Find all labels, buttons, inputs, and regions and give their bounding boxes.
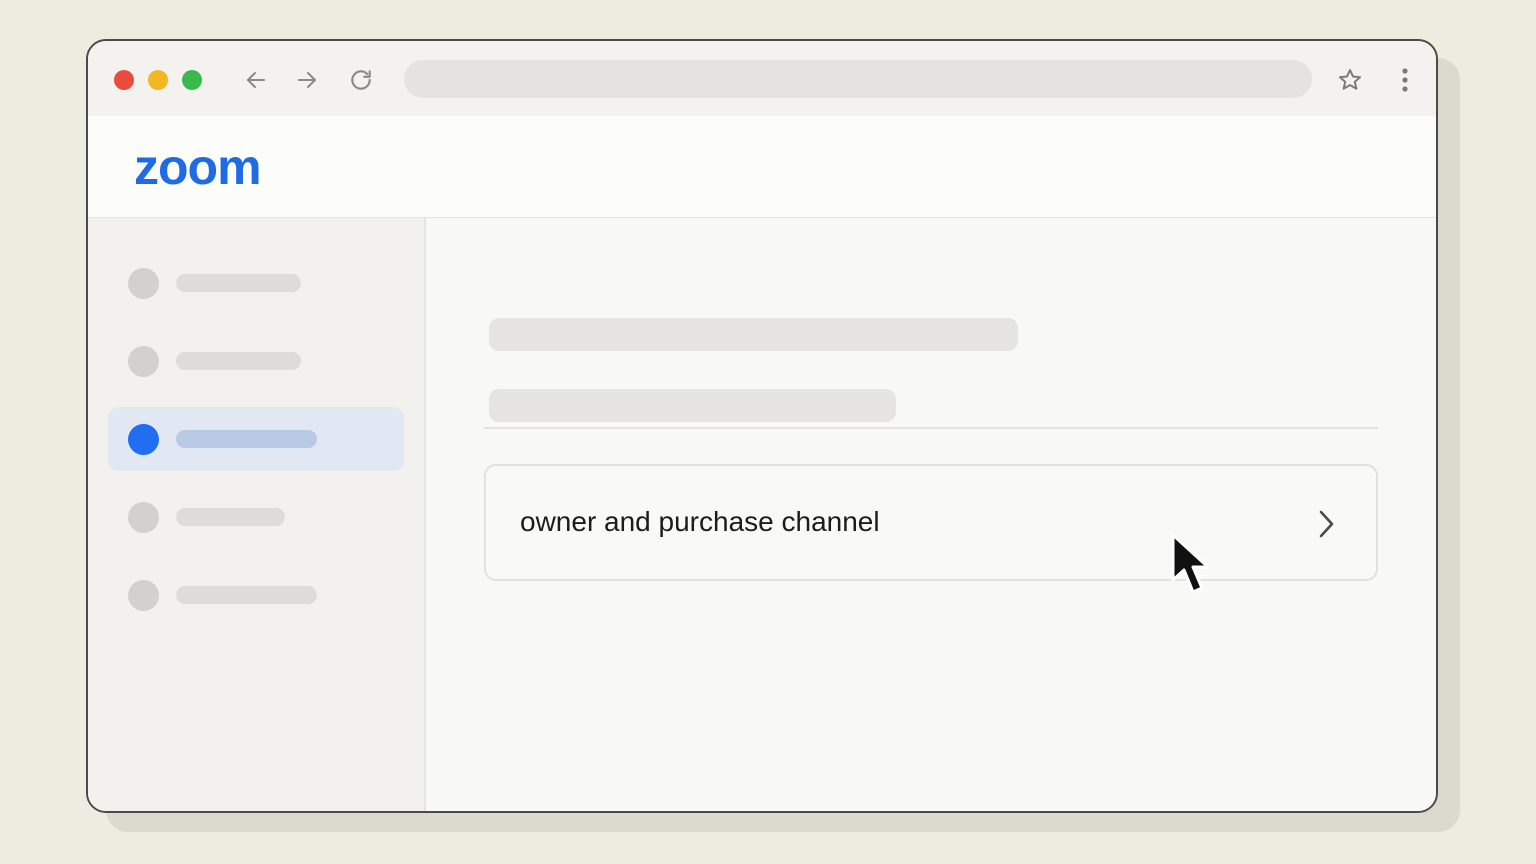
sidebar-item-icon [128,268,159,299]
sidebar-item-label-placeholder [176,586,317,604]
reload-button[interactable] [344,63,378,97]
sidebar-item-icon [128,424,159,455]
main-content: owner and purchase channel [426,218,1436,811]
title-placeholder [489,318,1018,351]
close-window-button[interactable] [114,70,134,90]
arrow-left-icon [247,72,265,88]
forward-button[interactable] [290,63,324,97]
sidebar-item-icon [128,580,159,611]
browser-window: zoom owner and purchase channel [86,39,1438,813]
sidebar-item[interactable] [108,329,404,393]
owner-and-purchase-channel-row[interactable]: owner and purchase channel [484,464,1378,581]
sidebar-item-label-placeholder [176,274,301,292]
sidebar-item-icon [128,502,159,533]
kebab-menu-icon [1402,68,1408,92]
row-label: owner and purchase channel [520,506,880,537]
bookmark-button[interactable] [1333,63,1367,97]
minimize-window-button[interactable] [148,70,168,90]
sidebar-item[interactable] [108,485,404,549]
sidebar-item-label-placeholder [176,508,285,526]
reload-icon [351,70,371,90]
star-icon [1338,69,1362,90]
app-header: zoom [88,116,1436,218]
sidebar-item-label-placeholder [176,352,301,370]
browser-titlebar [88,41,1436,117]
sidebar-item-icon [128,346,159,377]
content-divider [484,427,1378,429]
arrow-right-icon [298,72,316,88]
sidebar-item[interactable] [108,563,404,627]
sidebar [88,218,426,811]
subtitle-placeholder [489,389,896,422]
chevron-right-icon [1319,510,1334,538]
sidebar-item-active[interactable] [108,407,404,471]
maximize-window-button[interactable] [182,70,202,90]
mouse-pointer-icon [1171,533,1210,594]
zoom-logo[interactable]: zoom [134,138,262,196]
back-button[interactable] [239,63,273,97]
sidebar-item-label-placeholder [176,430,317,448]
address-bar[interactable] [404,60,1312,98]
sidebar-item[interactable] [108,251,404,315]
browser-menu-button[interactable] [1388,63,1422,97]
